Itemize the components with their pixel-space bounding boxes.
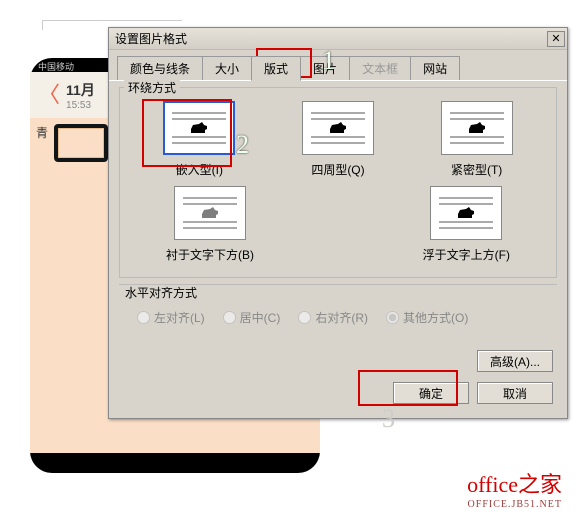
- watermark-line1: office之家: [467, 467, 562, 499]
- chevron-left-icon[interactable]: 〈: [38, 84, 60, 106]
- align-right: 右对齐(R): [298, 309, 368, 326]
- note-side-text: 青: [36, 124, 48, 141]
- tab-textbox: 文本框: [349, 56, 411, 80]
- wrap-group-legend: 环绕方式: [124, 79, 180, 96]
- ok-button[interactable]: 确定: [393, 382, 469, 404]
- wrap-tight-label: 紧密型(T): [451, 161, 502, 178]
- align-radios: 左对齐(L) 居中(C) 右对齐(R) 其他方式(O): [119, 301, 557, 336]
- watermark-line2: OFFICE.JB51.NET: [467, 499, 562, 510]
- wrap-square-label: 四周型(Q): [311, 161, 364, 178]
- header-date: 11月: [66, 80, 95, 100]
- tab-bar: 颜色与线条 大小 版式 图片 文本框 网站: [109, 50, 567, 81]
- tab-layout[interactable]: 版式: [251, 56, 301, 81]
- annotation-2: 2: [236, 130, 249, 160]
- advanced-button[interactable]: 高级(A)...: [477, 350, 553, 372]
- dog-icon: [326, 119, 350, 137]
- align-center: 居中(C): [223, 309, 281, 326]
- dog-icon: [465, 119, 489, 137]
- dog-icon: [198, 204, 222, 222]
- close-button[interactable]: ✕: [547, 31, 565, 47]
- tab-size[interactable]: 大小: [202, 56, 252, 80]
- tab-color-lines[interactable]: 颜色与线条: [117, 56, 203, 80]
- header-time: 15:53: [66, 100, 95, 111]
- wrap-inline-icon: [163, 101, 235, 155]
- wrap-inline-label: 嵌入型(I): [176, 161, 223, 178]
- wrap-front-label: 浮于文字上方(F): [423, 246, 510, 263]
- note-thumb: [54, 124, 108, 162]
- cancel-button[interactable]: 取消: [477, 382, 553, 404]
- wrap-front-icon: [430, 186, 502, 240]
- wrap-behind-icon: [174, 186, 246, 240]
- wrap-tight-icon: [441, 101, 513, 155]
- wrap-behind[interactable]: 衬于文字下方(B): [166, 186, 254, 263]
- annotation-3: 3: [382, 404, 395, 434]
- dog-icon: [187, 119, 211, 137]
- wrap-tight[interactable]: 紧密型(T): [441, 101, 513, 178]
- wrap-group: 环绕方式 嵌入型(I) 四周型(Q): [119, 87, 557, 278]
- format-picture-dialog: 设置图片格式 ✕ 颜色与线条 大小 版式 图片 文本框 网站 环绕方式 嵌入型(…: [108, 27, 568, 419]
- align-left: 左对齐(L): [137, 309, 205, 326]
- wrap-front[interactable]: 浮于文字上方(F): [423, 186, 510, 263]
- carrier: 中国移动: [38, 62, 74, 72]
- tab-web[interactable]: 网站: [410, 56, 460, 80]
- title-bar: 设置图片格式 ✕: [109, 28, 567, 50]
- wrap-behind-label: 衬于文字下方(B): [166, 246, 254, 263]
- wrap-square[interactable]: 四周型(Q): [302, 101, 374, 178]
- align-legend: 水平对齐方式: [121, 284, 557, 301]
- close-icon: ✕: [551, 33, 560, 45]
- align-other: 其他方式(O): [386, 309, 468, 326]
- wrap-square-icon: [302, 101, 374, 155]
- annotation-1: 1: [322, 46, 335, 76]
- wrap-inline[interactable]: 嵌入型(I): [163, 101, 235, 178]
- dog-icon: [454, 204, 478, 222]
- align-group: 水平对齐方式 左对齐(L) 居中(C) 右对齐(R) 其他方式(O): [119, 284, 557, 342]
- dialog-title: 设置图片格式: [115, 30, 187, 47]
- watermark: office之家 OFFICE.JB51.NET: [467, 467, 562, 510]
